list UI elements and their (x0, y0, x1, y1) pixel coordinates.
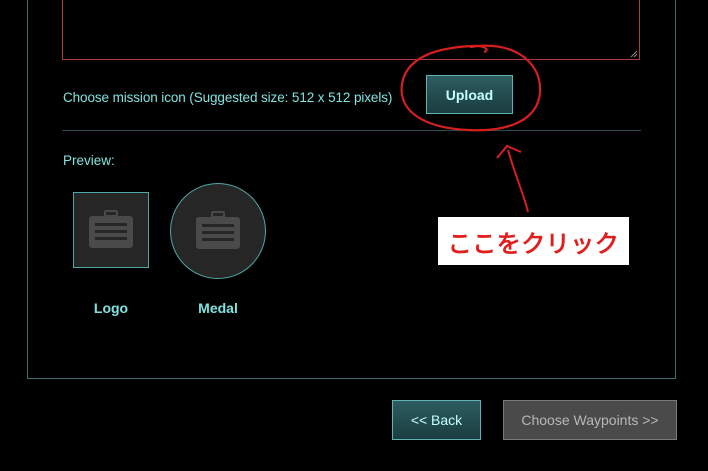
resize-grip-icon[interactable] (630, 50, 637, 57)
medal-preview (170, 183, 266, 279)
section-divider (62, 130, 641, 131)
upload-button[interactable]: Upload (426, 75, 513, 114)
mission-icon-label: Choose mission icon (Suggested size: 512… (63, 90, 393, 105)
mission-editor: Choose mission icon (Suggested size: 512… (0, 0, 708, 471)
mission-description-field[interactable] (62, 0, 640, 60)
briefcase-icon (89, 210, 133, 248)
logo-caption: Logo (93, 300, 129, 316)
back-button[interactable]: << Back (392, 400, 481, 440)
annotation-callout: ここをクリック (438, 217, 629, 265)
choose-waypoints-button[interactable]: Choose Waypoints >> (503, 400, 677, 440)
briefcase-icon (196, 211, 240, 249)
medal-caption: Medal (198, 300, 238, 316)
preview-label: Preview: (63, 153, 115, 168)
logo-preview (73, 192, 149, 268)
